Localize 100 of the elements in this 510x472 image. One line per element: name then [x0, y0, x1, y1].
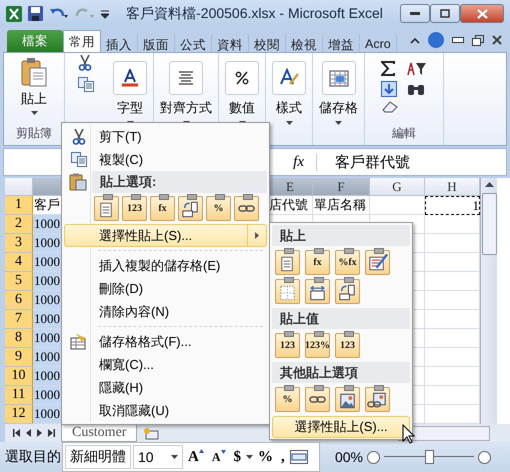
grow-font-button[interactable]: A [185, 448, 207, 466]
paste-option-button[interactable] [178, 196, 203, 221]
paste-option-button[interactable]: %fx [335, 250, 360, 275]
ribbon-group-button[interactable]: 對齊方式 [156, 57, 216, 125]
close-button[interactable] [460, 4, 504, 23]
help-icon[interactable] [428, 32, 444, 48]
row-header[interactable]: 9 [5, 348, 33, 367]
previous-sheet-icon[interactable] [26, 429, 31, 437]
fill-down-icon[interactable] [381, 81, 397, 97]
format-button[interactable]: % [255, 448, 276, 466]
zoom-slider-thumb[interactable] [425, 450, 434, 464]
ribbon-tab[interactable]: 常用 [63, 30, 101, 52]
scroll-up-icon[interactable] [484, 182, 494, 187]
currency-button[interactable]: $ [230, 448, 244, 466]
eraser-icon[interactable] [381, 101, 399, 113]
paste-option-button[interactable] [234, 196, 259, 221]
paste-option-button[interactable] [365, 387, 390, 412]
autosum-icon[interactable] [381, 61, 395, 76]
paste-option-button[interactable] [305, 387, 330, 412]
zoom-level[interactable]: 00% [334, 449, 363, 465]
row-header[interactable]: 2 [5, 215, 33, 234]
file-tab[interactable]: 檔案 [7, 30, 63, 52]
row-header[interactable]: 8 [5, 329, 33, 348]
maximize-button[interactable] [430, 4, 460, 23]
font-color-icon [121, 69, 139, 87]
paste-option-button[interactable]: % [206, 196, 231, 221]
restore-icon[interactable] [472, 34, 484, 46]
table-cell: 單店名稱 [313, 196, 370, 215]
table-cell [425, 348, 480, 367]
column-header[interactable]: H [425, 178, 480, 196]
paste-option-button[interactable] [275, 250, 300, 275]
row-header[interactable]: 12 [5, 405, 33, 424]
paste-option-button[interactable]: 123% [305, 333, 330, 358]
row-header[interactable]: 7 [5, 310, 33, 329]
sort-filter-icon[interactable] [407, 61, 427, 77]
paste-button-label[interactable]: 貼上 [21, 90, 47, 108]
next-sheet-icon[interactable] [37, 429, 42, 437]
formula-field[interactable]: 客戶群代號 [317, 152, 506, 172]
shrink-font-button[interactable]: A [208, 450, 229, 464]
menu-item[interactable]: 選擇性貼上(S)... [64, 224, 267, 247]
customize-toolbar-icon[interactable] [101, 8, 109, 18]
zoom-out-button[interactable] [367, 450, 380, 464]
save-icon[interactable] [28, 6, 43, 21]
row-header[interactable]: 6 [5, 291, 33, 310]
row-header[interactable]: 10 [5, 367, 33, 386]
paste-option-button[interactable]: fx [305, 250, 330, 275]
paste-option-button[interactable] [305, 279, 330, 304]
paste-option-button[interactable] [365, 250, 390, 275]
group-label: 編輯 [392, 125, 416, 142]
menu-item[interactable]: 剪下(T) [64, 125, 267, 148]
paste-option-button[interactable]: 123 [122, 196, 147, 221]
paste-option-button[interactable] [335, 387, 360, 412]
ribbon-group-button[interactable]: 數值 [221, 57, 263, 125]
row-header[interactable]: 1 [5, 196, 33, 215]
paste-special-button[interactable]: 選擇性貼上(S)... [272, 416, 410, 438]
ribbon-group-button[interactable]: 字型 [109, 57, 151, 125]
close-icon[interactable] [492, 35, 502, 45]
format-button[interactable]: , [278, 448, 288, 466]
column-header[interactable]: F [313, 178, 370, 196]
minimize-icon[interactable] [452, 37, 464, 43]
undo-icon[interactable] [49, 6, 69, 20]
table-cell [425, 234, 480, 253]
paste-option-button[interactable]: 123 [335, 333, 360, 358]
paste-option-button[interactable]: fx [150, 196, 175, 221]
merge-center-icon[interactable] [290, 450, 308, 464]
table-cell [425, 367, 480, 386]
font-dropdown[interactable]: 新細明體 [65, 445, 131, 469]
paste-option-button[interactable] [275, 279, 300, 304]
last-sheet-icon[interactable] [48, 429, 55, 437]
clipboard-icon[interactable] [21, 57, 47, 87]
first-sheet-icon[interactable] [13, 429, 20, 437]
align-center-icon [178, 71, 194, 85]
row-header[interactable]: 5 [5, 272, 33, 291]
menu-section-header: 貼上選項: [92, 171, 267, 193]
ribbon-group-button[interactable]: 樣式 [268, 57, 310, 125]
row-header[interactable]: 3 [5, 234, 33, 253]
menu-item[interactable]: 複製(C) [64, 148, 267, 171]
row-header[interactable]: 4 [5, 253, 33, 272]
link-icon [238, 205, 255, 212]
column-header[interactable]: G [370, 178, 425, 196]
caret-icon [246, 455, 254, 459]
insert-sheet-icon[interactable] [143, 426, 160, 440]
paste-option-button[interactable] [94, 196, 119, 221]
excel-logo-icon[interactable] [6, 6, 22, 22]
sheet-tab[interactable]: Customer [61, 424, 138, 442]
font-size-dropdown[interactable]: 10 [133, 445, 183, 469]
column-header[interactable]: E [268, 178, 313, 196]
row-header[interactable]: 11 [5, 386, 33, 405]
collapse-ribbon-icon[interactable] [410, 36, 420, 44]
scrollbar-thumb[interactable] [482, 193, 496, 255]
caret-icon [286, 121, 292, 125]
ribbon-group-button[interactable]: 儲存格 [315, 57, 362, 125]
paste-option-button[interactable]: 123 [275, 333, 300, 358]
table-cell: 1 [425, 196, 480, 215]
minimize-button[interactable] [400, 4, 430, 23]
paste-option-button[interactable]: % [275, 387, 300, 412]
zoom-in-button[interactable] [478, 450, 491, 464]
paste-option-button[interactable] [335, 279, 360, 304]
table-cell [425, 329, 480, 348]
table-cell [425, 291, 480, 310]
